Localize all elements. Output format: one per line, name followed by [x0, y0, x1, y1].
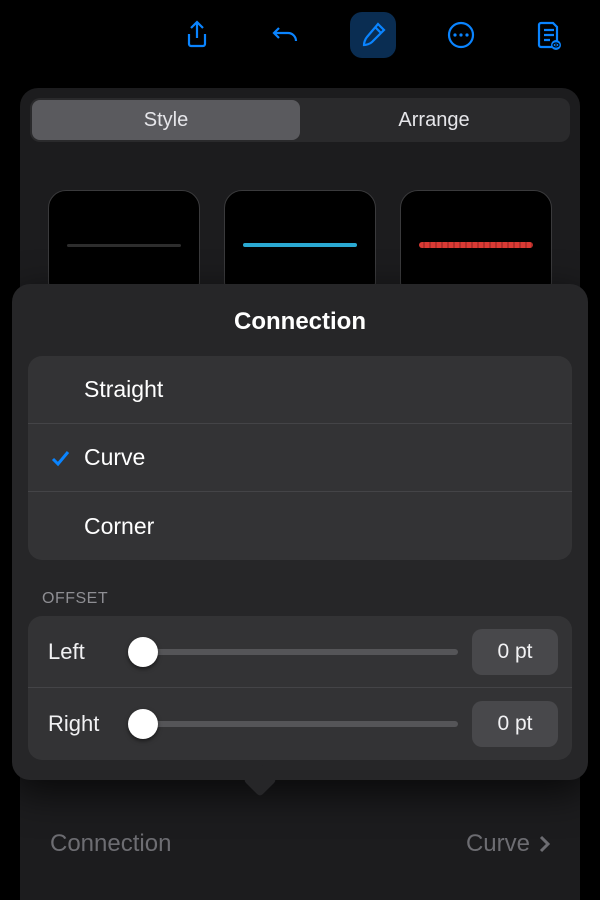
sheet-title: Connection [12, 284, 588, 356]
chevron-right-icon [538, 834, 550, 854]
document-view-icon[interactable] [526, 12, 572, 58]
offset-right-value[interactable]: 0 pt [472, 701, 558, 747]
tab-arrange[interactable]: Arrange [300, 100, 568, 140]
offset-right-row: Right 0 pt [28, 688, 572, 760]
connection-row-value: Curve [466, 830, 550, 858]
option-curve[interactable]: Curve [28, 424, 572, 492]
option-straight[interactable]: Straight [28, 356, 572, 424]
slider-thumb[interactable] [128, 709, 158, 739]
offset-right-label: Right [48, 711, 116, 737]
tab-style[interactable]: Style [32, 100, 300, 140]
slider-thumb[interactable] [128, 637, 158, 667]
toolbar [0, 0, 600, 70]
share-icon[interactable] [174, 12, 220, 58]
connection-options: Straight Curve Corner [28, 356, 572, 560]
checkmark-icon [40, 447, 80, 469]
offset-left-label: Left [48, 639, 116, 665]
undo-icon[interactable] [262, 12, 308, 58]
offset-group: Left 0 pt Right 0 pt [28, 616, 572, 760]
format-brush-icon[interactable] [350, 12, 396, 58]
inspector-tabs: Style Arrange [30, 98, 570, 142]
option-corner[interactable]: Corner [28, 492, 572, 560]
connection-row-label: Connection [50, 830, 171, 858]
connection-row[interactable]: Connection Curve [50, 818, 550, 870]
offset-left-row: Left 0 pt [28, 616, 572, 688]
more-icon[interactable] [438, 12, 484, 58]
offset-left-slider[interactable] [130, 649, 458, 655]
offset-section-label: OFFSET [12, 560, 588, 616]
offset-right-slider[interactable] [130, 721, 458, 727]
offset-left-value[interactable]: 0 pt [472, 629, 558, 675]
connection-sheet: Connection Straight Curve Corner OFFSET … [12, 284, 588, 780]
